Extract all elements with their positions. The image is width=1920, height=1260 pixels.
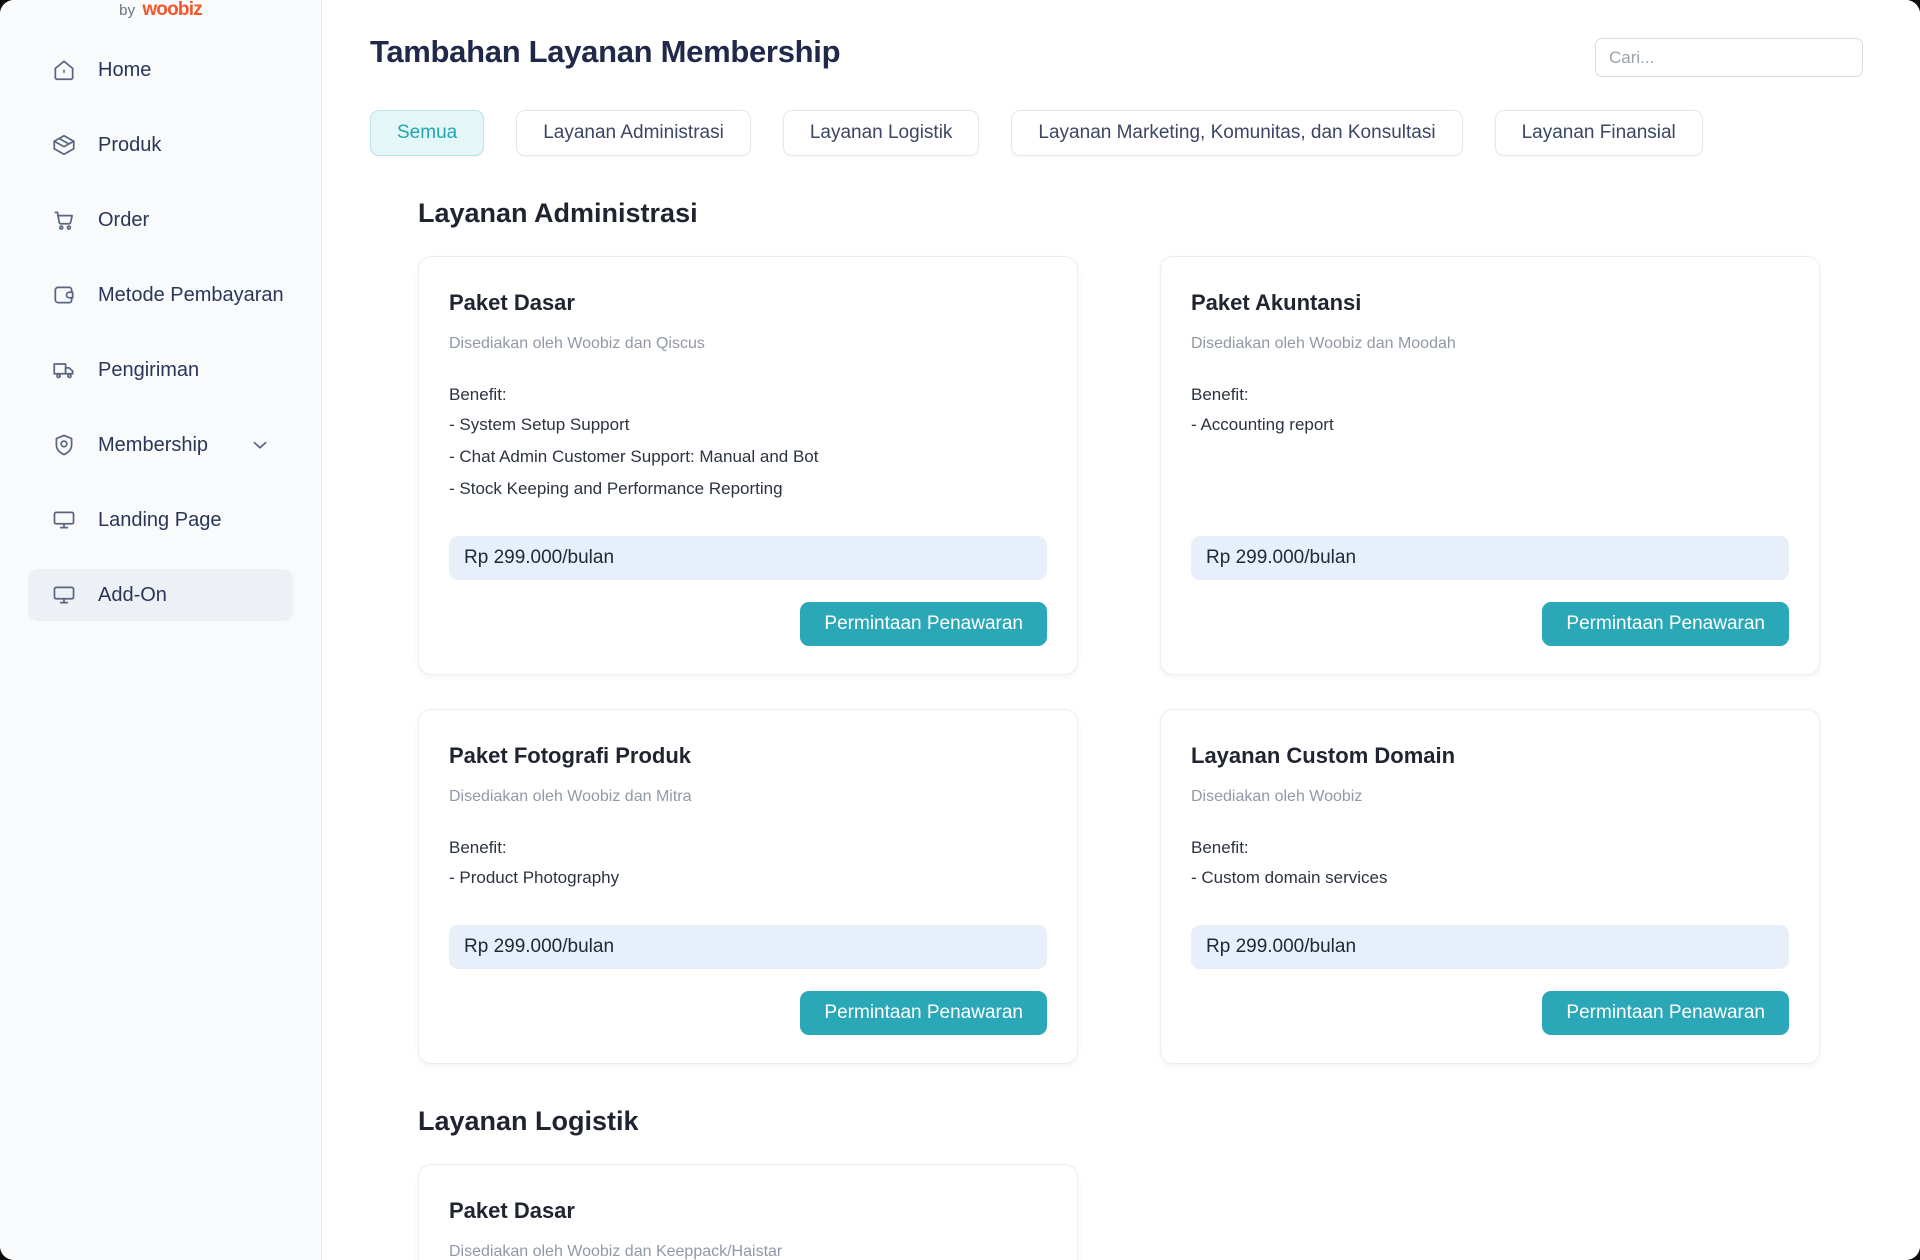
section-title: Layanan Logistik (418, 1105, 639, 1136)
card-title: Paket Dasar (449, 1197, 575, 1223)
card-actions: Permintaan Penawaran (1191, 990, 1789, 1035)
sidebar-item-label: Landing Page (98, 508, 222, 531)
service-card: Paket Dasar Disediakan oleh Woobiz dan Ke… (418, 1163, 1078, 1260)
card-provider: Disediakan oleh Woobiz dan Mitra (449, 787, 692, 805)
wallet-icon (50, 281, 78, 309)
card-actions: Permintaan Penawaran (1191, 601, 1789, 646)
sidebar-item-label: Order (98, 208, 150, 231)
cart-icon (50, 206, 78, 234)
monitor-icon (50, 506, 78, 534)
request-offer-button[interactable]: Permintaan Penawaran (800, 601, 1047, 646)
brand-logo: by woobiz (0, 0, 321, 22)
sidebar-item-pengiriman[interactable]: Pengiriman (28, 344, 293, 396)
monitor-icon (50, 581, 78, 609)
sidebar-item-label: Pengiriman (98, 358, 200, 381)
benefit-item: - Chat Admin Customer Support: Manual an… (449, 446, 819, 466)
card-title: Paket Akuntansi (1191, 290, 1362, 315)
request-offer-button[interactable]: Permintaan Penawaran (1542, 990, 1789, 1035)
truck-icon (50, 356, 78, 384)
brand-by-label: by (119, 1, 136, 19)
tab-layanan-finansial[interactable]: Layanan Finansial (1494, 110, 1703, 156)
card-spacer (449, 899, 1047, 913)
home-icon (50, 56, 78, 84)
app-window: by woobiz Home Produk Order Metode Pembayar… (0, 0, 1920, 1260)
benefit-item: - Custom domain services (1191, 867, 1388, 887)
card-spacer (1191, 899, 1789, 913)
tab-layanan-administrasi[interactable]: Layanan Administrasi (516, 110, 751, 156)
chevron-down-icon[interactable] (249, 434, 271, 456)
tab-layanan-logistik[interactable]: Layanan Logistik (782, 110, 980, 156)
sidebar-item-order[interactable]: Order (28, 194, 293, 246)
tab-layanan-marketing-komunitas-dan-konsultasi[interactable]: Layanan Marketing, Komunitas, dan Konsul… (1011, 110, 1463, 156)
card-grid: Paket Dasar Disediakan oleh Woobiz dan Qi… (370, 256, 1866, 1064)
sidebar-item-label: Home (98, 58, 152, 81)
sidebar-item-label: Membership (98, 433, 209, 456)
card-title: Layanan Custom Domain (1191, 742, 1456, 768)
benefit-label: Benefit: (449, 837, 507, 857)
card-spacer (449, 510, 1047, 524)
section-title: Layanan Administrasi (418, 198, 698, 228)
benefit-item: - Stock Keeping and Performance Reportin… (449, 478, 783, 498)
sidebar-item-landing-page[interactable]: Landing Page (28, 494, 293, 546)
sidebar-item-add-on[interactable]: Add-On (28, 569, 293, 621)
benefit-label: Benefit: (1191, 385, 1249, 404)
benefit-item: - Accounting report (1191, 415, 1334, 434)
main-content: Tambahan Layanan Membership Semua Layanan… (322, 0, 1920, 1260)
service-card: Layanan Custom Domain Disediakan oleh Woo… (1160, 708, 1820, 1064)
sidebar-item-home[interactable]: Home (28, 44, 293, 96)
service-card: Paket Fotografi Produk Disediakan oleh Wo… (418, 708, 1078, 1064)
search-input[interactable] (1595, 38, 1863, 77)
request-offer-button[interactable]: Permintaan Penawaran (800, 990, 1047, 1035)
benefit-item: - System Setup Support (449, 415, 630, 434)
card-provider: Disediakan oleh Woobiz dan Qiscus (449, 335, 705, 352)
sidebar-item-label: Add-On (98, 583, 167, 606)
page-title: Tambahan Layanan Membership (370, 34, 841, 69)
card-spacer (1191, 446, 1789, 524)
price-display: Rp 299.000/bulan (449, 924, 1047, 969)
card-grid: Paket Dasar Disediakan oleh Woobiz dan Ke… (370, 1163, 1866, 1260)
card-provider: Disediakan oleh Woobiz dan Moodah (1191, 335, 1456, 352)
price-display: Rp 299.000/bulan (449, 535, 1047, 580)
badge-icon (50, 431, 78, 459)
card-provider: Disediakan oleh Woobiz dan Keeppack/Hais… (449, 1242, 783, 1260)
benefit-label: Benefit: (449, 385, 507, 404)
request-offer-button[interactable]: Permintaan Penawaran (1542, 601, 1789, 646)
tab-semua[interactable]: Semua (370, 110, 485, 156)
filter-tabs: Semua Layanan Administrasi Layanan Logisti… (370, 110, 1866, 156)
service-card: Paket Akuntansi Disediakan oleh Woobiz da… (1160, 256, 1820, 675)
card-title: Paket Dasar (449, 290, 575, 315)
brand-name: woobiz (142, 0, 202, 20)
benefit-item: - Product Photography (449, 867, 620, 887)
card-actions: Permintaan Penawaran (449, 990, 1047, 1035)
card-title: Paket Fotografi Produk (449, 742, 692, 768)
sidebar-item-metode-pembayaran[interactable]: Metode Pembayaran (28, 269, 293, 321)
box-icon (50, 131, 78, 159)
sidebar: by woobiz Home Produk Order Metode Pembayar… (0, 0, 322, 1260)
sidebar-item-membership[interactable]: Membership (28, 419, 293, 471)
sidebar-item-label: Produk (98, 133, 162, 156)
page-header: Tambahan Layanan Membership (370, 0, 1866, 77)
price-display: Rp 299.000/bulan (1191, 924, 1789, 969)
sidebar-nav: Home Produk Order Metode Pembayaran Pengirim… (0, 44, 321, 644)
benefit-label: Benefit: (1191, 837, 1249, 857)
card-provider: Disediakan oleh Woobiz (1191, 787, 1363, 805)
sidebar-item-produk[interactable]: Produk (28, 119, 293, 171)
sidebar-item-label: Metode Pembayaran (98, 283, 284, 306)
card-actions: Permintaan Penawaran (449, 601, 1047, 646)
service-card: Paket Dasar Disediakan oleh Woobiz dan Qi… (418, 256, 1078, 675)
price-display: Rp 299.000/bulan (1191, 535, 1789, 580)
sections-container: Layanan Administrasi Paket Dasar Disediaka… (370, 198, 1866, 1260)
